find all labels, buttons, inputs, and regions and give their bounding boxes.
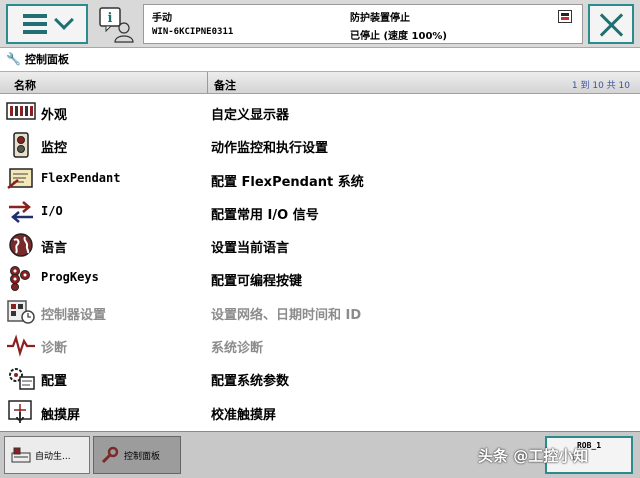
configuration-icon [9,368,35,391]
item-name: ProgKeys [41,270,99,285]
control-panel-list: 外观 自定义显示器 监控 动作监控和执行设置 FlexPendant 配置 Fl… [0,95,640,428]
operating-mode: 手动 [152,13,172,24]
controller-name: WIN-6KCIPNE0311 [152,27,234,37]
guard-status: 防护装置停止 [350,13,410,24]
item-note: 系统诊断 [211,341,264,357]
column-divider [207,72,208,94]
item-note: 配置可编程按键 [211,274,303,290]
list-item-controller-settings[interactable]: 控制器设置 设置网络、日期时间和 ID [0,295,640,328]
task-label: 控制面板 [124,451,161,462]
item-note: 校准触摸屏 [211,407,277,423]
status-bar: i 手动 WIN-6KCIPNE0311 防护装置停止 已停止 (速度 100%… [0,0,640,48]
auto-production-icon [11,447,31,463]
item-name: 触摸屏 [41,407,81,423]
diagnostics-wave-icon [7,334,35,357]
item-note: 动作监控和执行设置 [211,141,329,157]
wrench-icon [101,446,119,464]
item-name: 监控 [41,141,68,157]
item-note: 设置当前语言 [211,241,290,257]
wrench-icon: 🔧 [6,52,21,66]
list-item-progkeys[interactable]: ProgKeys 配置可编程按键 [0,261,640,294]
flexpendant-icon [7,167,33,189]
item-name: I/O [41,203,63,218]
supervision-icon [13,132,29,159]
svg-text:i: i [108,11,113,26]
column-header-name[interactable]: 名称 [14,77,36,93]
appearance-icon [6,102,36,120]
main-menu-button[interactable] [6,4,88,44]
globe-icon [9,233,33,257]
table-header: 名称 备注 1 到 10 共 10 [0,71,640,94]
column-header-note[interactable]: 备注 [214,77,236,93]
item-note: 配置常用 I/O 信号 [211,207,319,223]
item-name: 配置 [41,374,68,390]
close-button[interactable] [588,4,634,44]
item-name: 语言 [41,241,68,257]
task-control-panel[interactable]: 控制面板 [93,436,181,474]
list-item-diagnostics[interactable]: 诊断 系统诊断 [0,328,640,361]
list-item-io[interactable]: I/O 配置常用 I/O 信号 [0,195,640,228]
list-item-configuration[interactable]: 配置 配置系统参数 [0,361,640,394]
list-item-supervision[interactable]: 监控 动作监控和执行设置 [0,128,640,161]
list-item-appearance[interactable]: 外观 自定义显示器 [0,95,640,128]
status-flag-icon [558,10,572,23]
page-title-bar: 🔧 控制面板 [0,48,640,70]
list-item-touchscreen[interactable]: 触摸屏 校准触摸屏 [0,395,640,428]
item-note: 自定义显示器 [211,108,290,123]
item-name: FlexPendant [41,170,121,185]
hamburger-icon [23,14,47,34]
item-note: 设置网络、日期时间和 ID [211,307,362,323]
item-name: 外观 [41,108,68,123]
item-name: 诊断 [41,341,68,357]
task-auto-production[interactable]: 自动生... [4,436,90,474]
progkeys-icon [10,266,30,292]
run-status: 已停止 (速度 100%) [350,31,447,42]
status-panel[interactable]: 手动 WIN-6KCIPNE0311 防护装置停止 已停止 (速度 100%) [143,4,583,44]
list-item-flexpendant[interactable]: FlexPendant 配置 FlexPendant 系统 [0,162,640,195]
pagination-count: 1 到 10 共 10 [571,81,630,91]
page-title: 控制面板 [24,53,69,66]
event-log-info-icon[interactable]: i [98,6,136,44]
list-item-language[interactable]: 语言 设置当前语言 [0,228,640,261]
touchscreen-icon [8,399,32,423]
item-note: 配置 FlexPendant 系统 [211,174,364,190]
item-note: 配置系统参数 [211,374,290,390]
io-arrows-icon [9,200,33,223]
controller-settings-icon [7,300,35,324]
item-name: 控制器设置 [41,307,107,323]
chevron-down-icon [54,10,74,30]
task-label: 自动生... [35,451,71,462]
watermark: 头条 @工控小知 [478,447,589,465]
